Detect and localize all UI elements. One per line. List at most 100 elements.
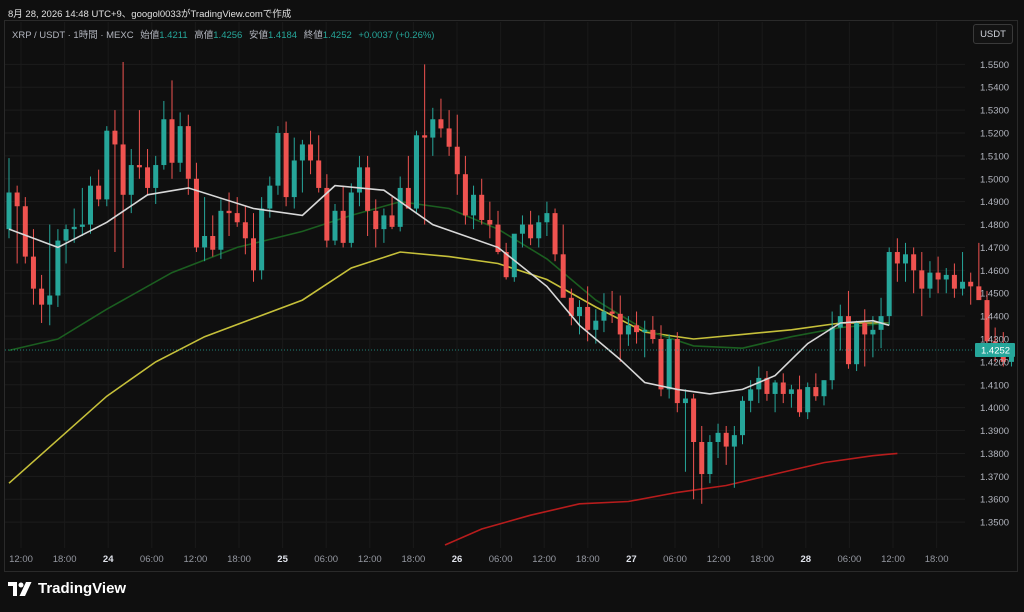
candle [120,144,126,195]
candle [593,320,599,330]
candle [511,233,517,278]
candle [112,130,118,145]
open-label: 始値 [140,30,160,41]
tradingview-logo-icon [8,581,32,596]
candle [919,270,925,289]
candle [634,325,640,333]
candle [674,339,680,404]
moving-average-yellow [8,251,890,484]
candle [715,432,721,442]
candle [462,174,468,216]
symbol-pair[interactable]: XRP / USDT · 1時間 · MEXC [12,30,134,41]
high-label: 高値 [194,30,214,41]
candle [373,210,379,230]
candle [821,380,827,397]
change-value: +0.0037 (+0.26%) [358,30,435,41]
tradingview-logo[interactable]: TradingView [8,580,126,597]
candle [780,382,786,394]
candle [275,133,281,186]
candle [267,185,273,209]
x-axis-tick-label: 28 [801,554,812,565]
y-axis-tick-label: 1.5100 [980,151,1009,162]
candle [283,133,289,198]
candle [153,165,159,188]
candle [927,272,933,289]
candle [381,215,387,230]
candle [968,281,974,287]
candle [71,226,77,230]
y-axis-tick-label: 1.4600 [980,266,1009,277]
high-value: 1.4256 [213,30,243,41]
candle [316,160,322,188]
candle [136,165,142,168]
x-axis-tick-label: 18:00 [925,554,949,565]
candle [185,126,191,179]
candle [471,194,477,216]
candle [487,219,493,225]
candle [169,119,175,163]
candle [145,167,151,188]
y-axis-tick-label: 1.4100 [980,380,1009,391]
candle [332,210,338,241]
last-price-label: 1.4252 [981,345,1010,356]
y-axis-tick-label: 1.3500 [980,518,1009,529]
y-axis-tick-label: 1.5500 [980,60,1009,71]
candle [943,274,949,280]
y-axis-tick-label: 1.4400 [980,312,1009,323]
y-axis-tick-label: 1.4700 [980,243,1009,254]
candle [389,215,395,227]
candle [609,311,615,314]
candle [414,135,419,209]
candle [63,229,69,241]
candle [291,160,297,198]
candle [870,329,876,335]
x-axis-tick-label: 06:00 [663,554,687,565]
candle [430,119,436,138]
y-axis-tick-label: 1.4200 [980,357,1009,368]
candle [935,272,941,280]
candle [193,178,199,248]
candle [601,311,607,321]
candle [552,213,558,255]
currency-button[interactable]: USDT [973,24,1013,44]
x-axis-tick-label: 18:00 [227,554,251,565]
candle [234,213,240,223]
candle [88,185,93,225]
candle [454,146,460,175]
price-chart[interactable]: 1.5500 1.5400 1.5300 1.5200 1.5100 1.5000 1.49… [0,0,1024,612]
candle [886,252,892,317]
candle [308,144,314,161]
candle [14,192,20,207]
candle [788,389,794,394]
candle [772,382,778,394]
y-axis-tick-label: 1.3600 [980,495,1009,506]
close-label: 終値 [303,30,323,41]
y-axis-tick-label: 1.3700 [980,472,1009,483]
x-axis-tick-label: 18:00 [402,554,426,565]
candle [731,435,737,447]
candle [617,313,623,335]
y-axis-tick-label: 1.4500 [980,289,1009,300]
y-axis-tick-label: 1.3900 [980,426,1009,437]
open-value: 1.4211 [159,30,188,41]
candle [22,206,28,257]
x-axis-tick-label: 25 [277,554,288,565]
candle [625,325,631,335]
tradingview-brand: TradingView [38,580,127,597]
x-axis-tick-label: 18:00 [750,554,774,565]
y-axis-tick-label: 1.5300 [980,106,1009,117]
y-axis-tick-label: 1.5200 [980,129,1009,140]
candle [251,238,256,271]
x-axis-tick-label: 12:00 [707,554,731,565]
x-axis-tick-label: 12:00 [9,554,33,565]
low-label: 安値 [248,30,268,41]
candle [479,194,485,220]
candle [79,224,85,227]
candle [39,288,45,305]
x-axis-tick-label: 12:00 [881,554,905,565]
candle [797,389,803,413]
candle [210,236,216,250]
candle [47,295,53,305]
symbol-legend[interactable]: XRP / USDT · 1時間 · MEXC 始値1.4211 高値1.425… [12,27,434,41]
candle [650,329,656,339]
